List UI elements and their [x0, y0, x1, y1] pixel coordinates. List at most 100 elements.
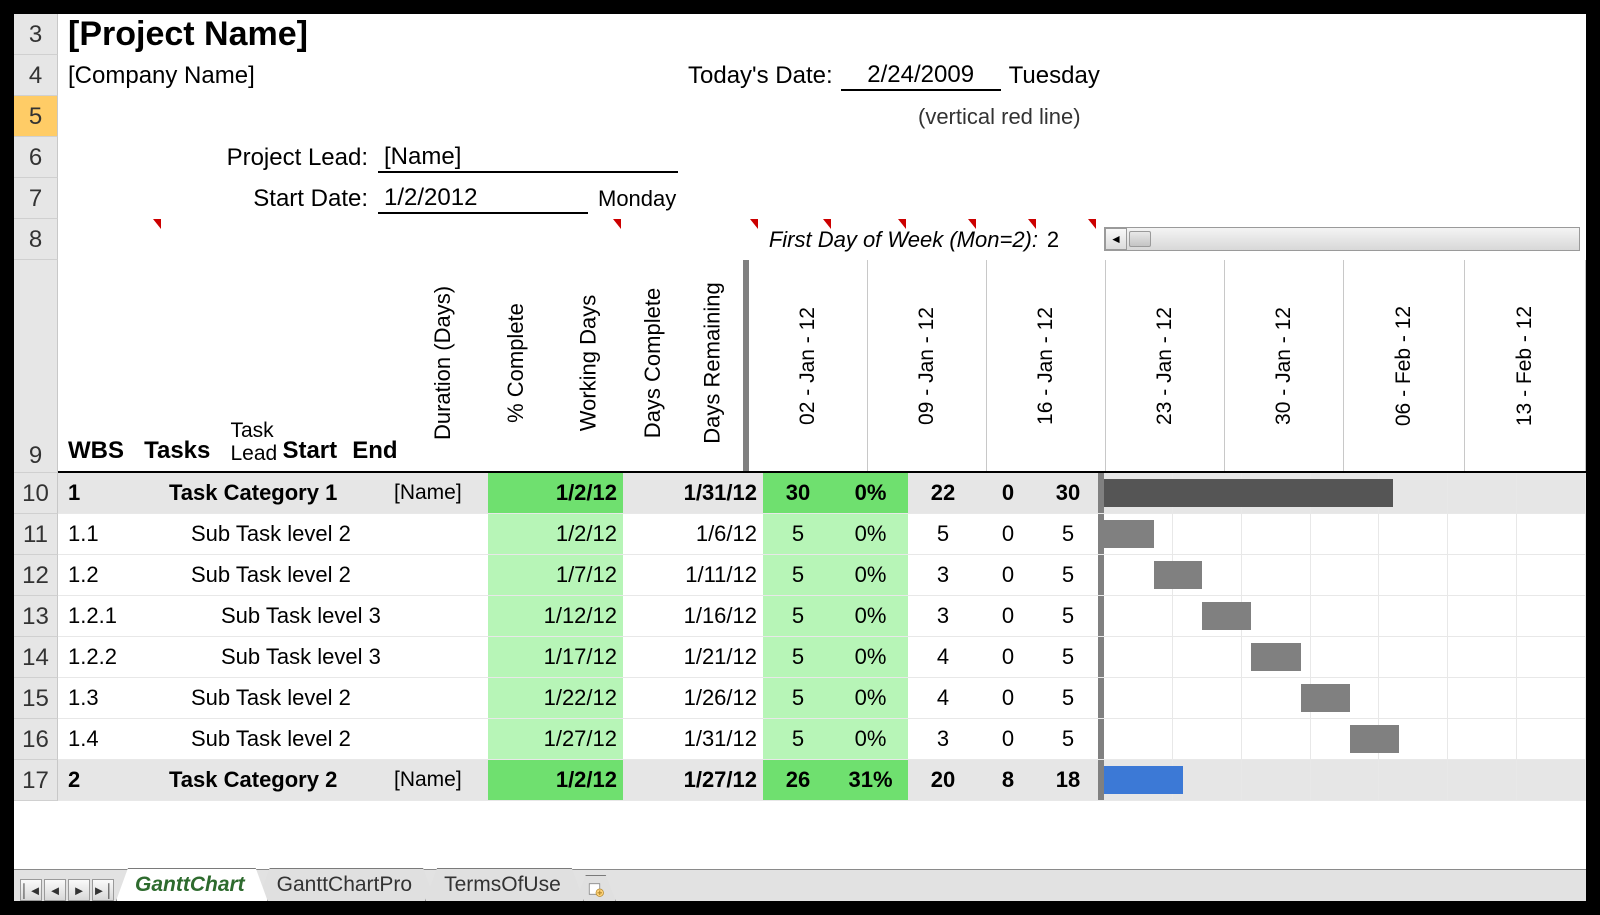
gantt-date-header[interactable]: 09 - Jan - 12: [868, 260, 987, 471]
col-header-days-complete[interactable]: Days Complete: [623, 260, 683, 471]
sheet-tab-ganttchart[interactable]: GanttChart: [116, 868, 268, 901]
cell-pct-complete[interactable]: 0%: [833, 719, 908, 759]
col-header-wbs[interactable]: WBS: [58, 260, 124, 471]
cell-task-lead[interactable]: [388, 514, 488, 554]
col-header-task-lead[interactable]: TaskLead: [231, 260, 278, 471]
cell-working-days[interactable]: 4: [908, 637, 978, 677]
cell-end-date[interactable]: 1/27/12: [623, 760, 763, 800]
comment-marker-icon[interactable]: [1028, 219, 1036, 229]
comment-marker-icon[interactable]: [898, 219, 906, 229]
cell-start-date[interactable]: 1/27/12: [488, 719, 623, 759]
cell-duration[interactable]: 5: [763, 596, 833, 636]
cell-pct-complete[interactable]: 0%: [833, 637, 908, 677]
cell-duration[interactable]: 5: [763, 637, 833, 677]
cell-days-complete[interactable]: 0: [978, 596, 1038, 636]
project-lead-value[interactable]: [Name]: [378, 143, 678, 173]
row-header[interactable]: 4: [14, 55, 58, 96]
comment-marker-icon[interactable]: [613, 219, 621, 229]
cell-days-complete[interactable]: 0: [978, 637, 1038, 677]
gantt-date-header[interactable]: 13 - Feb - 12: [1465, 260, 1586, 471]
comment-marker-icon[interactable]: [750, 219, 758, 229]
cell-days-complete[interactable]: 0: [978, 473, 1038, 513]
cell-days-remaining[interactable]: 5: [1038, 596, 1098, 636]
cell-wbs[interactable]: 1: [58, 473, 163, 513]
table-row[interactable]: 1.2.1Sub Task level 31/12/121/16/1250%30…: [58, 596, 1586, 637]
table-row[interactable]: 1.3Sub Task level 21/22/121/26/1250%405: [58, 678, 1586, 719]
cell-working-days[interactable]: 3: [908, 719, 978, 759]
gantt-date-header[interactable]: 06 - Feb - 12: [1344, 260, 1465, 471]
sheet-nav-last-button[interactable]: ►│: [92, 879, 114, 901]
gantt-bar[interactable]: [1104, 520, 1154, 548]
cell-start-date[interactable]: 1/2/12: [488, 473, 623, 513]
row-header[interactable]: 9: [14, 260, 58, 473]
cell-task-name[interactable]: Sub Task level 3: [163, 637, 388, 677]
cell-wbs[interactable]: 1.2.1: [58, 596, 163, 636]
cell-end-date[interactable]: 1/21/12: [623, 637, 763, 677]
cell-start-date[interactable]: 1/22/12: [488, 678, 623, 718]
row-header[interactable]: 14: [14, 637, 58, 678]
cell-task-name[interactable]: Task Category 2: [163, 760, 388, 800]
cell-task-name[interactable]: Sub Task level 3: [163, 596, 388, 636]
gantt-date-header[interactable]: 30 - Jan - 12: [1225, 260, 1344, 471]
sheet-nav-next-button[interactable]: ►: [68, 879, 90, 901]
cell-days-remaining[interactable]: 5: [1038, 514, 1098, 554]
cell-task-name[interactable]: Sub Task level 2: [163, 678, 388, 718]
cell-days-remaining[interactable]: 18: [1038, 760, 1098, 800]
row-header[interactable]: 8: [14, 219, 58, 260]
cell-days-remaining[interactable]: 5: [1038, 637, 1098, 677]
cell-duration[interactable]: 5: [763, 514, 833, 554]
todays-date-value[interactable]: 2/24/2009: [841, 61, 1001, 91]
cell-wbs[interactable]: 1.4: [58, 719, 163, 759]
cell-wbs[interactable]: 1.3: [58, 678, 163, 718]
cell-task-lead[interactable]: [388, 596, 488, 636]
cell-task-name[interactable]: Task Category 1: [163, 473, 388, 513]
scroll-left-button[interactable]: ◄: [1105, 228, 1127, 250]
cell-duration[interactable]: 30: [763, 473, 833, 513]
cell-end-date[interactable]: 1/6/12: [623, 514, 763, 554]
cell-task-lead[interactable]: [388, 719, 488, 759]
cell-start-date[interactable]: 1/2/12: [488, 760, 623, 800]
cell-days-complete[interactable]: 8: [978, 760, 1038, 800]
cell-wbs[interactable]: 2: [58, 760, 163, 800]
cell-end-date[interactable]: 1/16/12: [623, 596, 763, 636]
cell-days-complete[interactable]: 0: [978, 678, 1038, 718]
table-row[interactable]: 1.2Sub Task level 21/7/121/11/1250%305: [58, 555, 1586, 596]
cell-days-remaining[interactable]: 5: [1038, 555, 1098, 595]
cell-task-lead[interactable]: [Name]: [388, 473, 488, 513]
cell-duration[interactable]: 5: [763, 719, 833, 759]
col-header-duration[interactable]: Duration (Days): [408, 260, 478, 471]
cell-pct-complete[interactable]: 0%: [833, 473, 908, 513]
gantt-bar[interactable]: [1350, 725, 1400, 753]
table-row[interactable]: 1.4Sub Task level 21/27/121/31/1250%305: [58, 719, 1586, 760]
cell-pct-complete[interactable]: 0%: [833, 514, 908, 554]
cell-wbs[interactable]: 1.2: [58, 555, 163, 595]
col-header-days-remaining[interactable]: Days Remaining: [683, 260, 743, 471]
start-date-value[interactable]: 1/2/2012: [378, 184, 588, 214]
cell-end-date[interactable]: 1/11/12: [623, 555, 763, 595]
cell-working-days[interactable]: 20: [908, 760, 978, 800]
cell-days-remaining[interactable]: 5: [1038, 678, 1098, 718]
cell-end-date[interactable]: 1/26/12: [623, 678, 763, 718]
cell-wbs[interactable]: 1.2.2: [58, 637, 163, 677]
cell-days-complete[interactable]: 0: [978, 555, 1038, 595]
cell-task-name[interactable]: Sub Task level 2: [163, 719, 388, 759]
cell-start-date[interactable]: 1/7/12: [488, 555, 623, 595]
cell-pct-complete[interactable]: 0%: [833, 678, 908, 718]
col-header-end[interactable]: End: [342, 260, 408, 471]
table-row[interactable]: 1.2.2Sub Task level 31/17/121/21/1250%40…: [58, 637, 1586, 678]
row-header[interactable]: 11: [14, 514, 58, 555]
cell-working-days[interactable]: 3: [908, 596, 978, 636]
gantt-bar[interactable]: [1251, 643, 1301, 671]
gantt-bar[interactable]: [1104, 766, 1183, 794]
gantt-bar[interactable]: [1301, 684, 1350, 712]
scroll-thumb[interactable]: [1129, 231, 1151, 246]
cell-wbs[interactable]: 1.1: [58, 514, 163, 554]
project-name-title[interactable]: [Project Name]: [58, 15, 308, 54]
row-header[interactable]: 13: [14, 596, 58, 637]
col-header-tasks[interactable]: Tasks: [124, 260, 231, 471]
gantt-bar[interactable]: [1154, 561, 1203, 589]
cell-days-remaining[interactable]: 30: [1038, 473, 1098, 513]
cell-task-lead[interactable]: [388, 678, 488, 718]
first-day-of-week-value[interactable]: 2: [1038, 227, 1068, 253]
cell-working-days[interactable]: 4: [908, 678, 978, 718]
